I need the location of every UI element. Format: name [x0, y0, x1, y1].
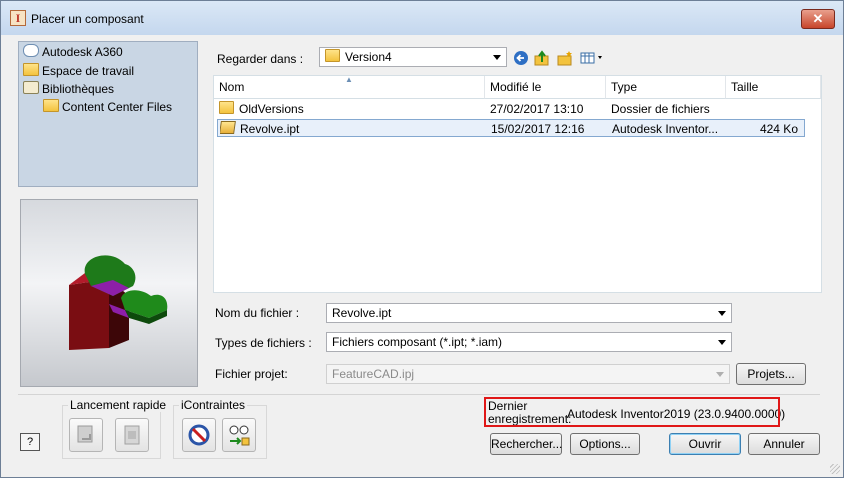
filetype-label: Types de fichiers : [215, 336, 312, 350]
column-header-name[interactable]: Nom ▲ [214, 75, 485, 99]
file-type: Dossier de fichiers [611, 102, 710, 116]
look-in-value: Version4 [345, 50, 392, 64]
resize-grip[interactable] [830, 464, 840, 474]
place-component-dialog: I Placer un composant ✕ Autodesk A360 Es… [0, 0, 844, 478]
chevron-down-icon [718, 311, 726, 316]
filetype-select[interactable]: Fichiers composant (*.ipt; *.iam) [326, 332, 732, 352]
places-pane: Autodesk A360 Espace de travail Biblioth… [18, 41, 198, 187]
icontraintes-group: iContraintes [173, 398, 267, 459]
look-in-label: Regarder dans : [217, 52, 304, 66]
part-file-icon [220, 121, 236, 134]
inventor-app-icon: I [10, 10, 26, 26]
replace-component-icon [77, 425, 93, 443]
file-size: 424 Ko [759, 122, 798, 136]
project-value: FeatureCAD.ipj [332, 367, 415, 381]
chevron-down-icon [493, 55, 501, 60]
place-label: Autodesk A360 [42, 45, 123, 59]
project-select: FeatureCAD.ipj [326, 364, 730, 384]
place-content-center-files[interactable]: Content Center Files [43, 99, 172, 115]
column-header-modified[interactable]: Modifié le [485, 76, 606, 99]
folder-icon [325, 49, 340, 62]
file-name: OldVersions [239, 102, 304, 116]
cancel-button[interactable]: Annuler [748, 433, 820, 455]
file-row-selected[interactable]: Revolve.ipt 15/02/2017 12:16 Autodesk In… [217, 119, 805, 137]
no-constraint-icon [188, 424, 210, 446]
new-folder-icon[interactable] [557, 50, 573, 66]
part-preview [20, 199, 198, 387]
back-icon[interactable] [513, 50, 529, 66]
chevron-down-icon [718, 340, 726, 345]
place-workspace[interactable]: Espace de travail [23, 63, 134, 79]
filename-value: Revolve.ipt [332, 306, 392, 320]
icontraintes-toggle-button[interactable] [182, 418, 216, 452]
place-libraries[interactable]: Bibliothèques [23, 81, 114, 97]
place-label: Bibliothèques [42, 82, 115, 96]
folder-icon [23, 63, 39, 76]
filetype-value: Fichiers composant (*.ipt; *.iam) [332, 335, 503, 349]
place-autodesk-a360[interactable]: Autodesk A360 [23, 44, 123, 60]
filename-label: Nom du fichier : [215, 306, 300, 320]
quick-launch-part-button[interactable] [115, 418, 149, 452]
quick-launch-title: Lancement rapide [68, 398, 169, 412]
place-label: Espace de travail [42, 64, 135, 78]
search-button[interactable]: Rechercher... [490, 433, 562, 455]
last-saved-highlight [484, 397, 780, 427]
title-bar: I Placer un composant ✕ [1, 1, 843, 35]
folder-icon [43, 99, 59, 112]
icontraintes-place-button[interactable] [222, 418, 256, 452]
help-button[interactable]: ? [20, 433, 40, 451]
file-type: Autodesk Inventor... [612, 122, 719, 136]
file-row[interactable]: OldVersions 27/02/2017 13:10 Dossier de … [217, 100, 805, 118]
chevron-down-icon [716, 372, 724, 377]
open-button[interactable]: Ouvrir [669, 433, 741, 455]
window-title: Placer un composant [31, 12, 144, 26]
file-modified: 15/02/2017 12:16 [491, 122, 585, 136]
options-button[interactable]: Options... [570, 433, 640, 455]
quick-launch-group: Lancement rapide [62, 398, 169, 459]
projects-button[interactable]: Projets... [736, 363, 806, 385]
project-label: Fichier projet: [215, 367, 288, 381]
divider [18, 394, 820, 395]
revolve-part-preview-image [69, 255, 168, 350]
constraint-place-icon [229, 425, 250, 446]
icontraintes-title: iContraintes [179, 398, 248, 412]
sort-ascending-icon: ▲ [345, 75, 353, 84]
folder-icon [219, 101, 234, 114]
up-folder-icon[interactable] [534, 50, 550, 66]
column-header-size[interactable]: Taille [726, 76, 821, 99]
column-header-label: Nom [219, 80, 245, 94]
filename-input[interactable]: Revolve.ipt [326, 303, 732, 323]
part-file-icon [124, 425, 140, 445]
close-button[interactable]: ✕ [801, 9, 835, 29]
file-list: Nom ▲ Modifié le Type Taille OldVersions… [213, 75, 822, 293]
file-modified: 27/02/2017 13:10 [490, 102, 584, 116]
cloud-icon [23, 44, 39, 57]
place-label: Content Center Files [62, 100, 173, 114]
look-in-combo[interactable]: Version4 [319, 47, 507, 67]
column-header-type[interactable]: Type [606, 76, 726, 99]
view-menu-icon[interactable] [580, 50, 608, 66]
library-icon [23, 81, 39, 94]
quick-launch-replace-button[interactable] [69, 418, 103, 452]
file-name: Revolve.ipt [240, 122, 300, 136]
